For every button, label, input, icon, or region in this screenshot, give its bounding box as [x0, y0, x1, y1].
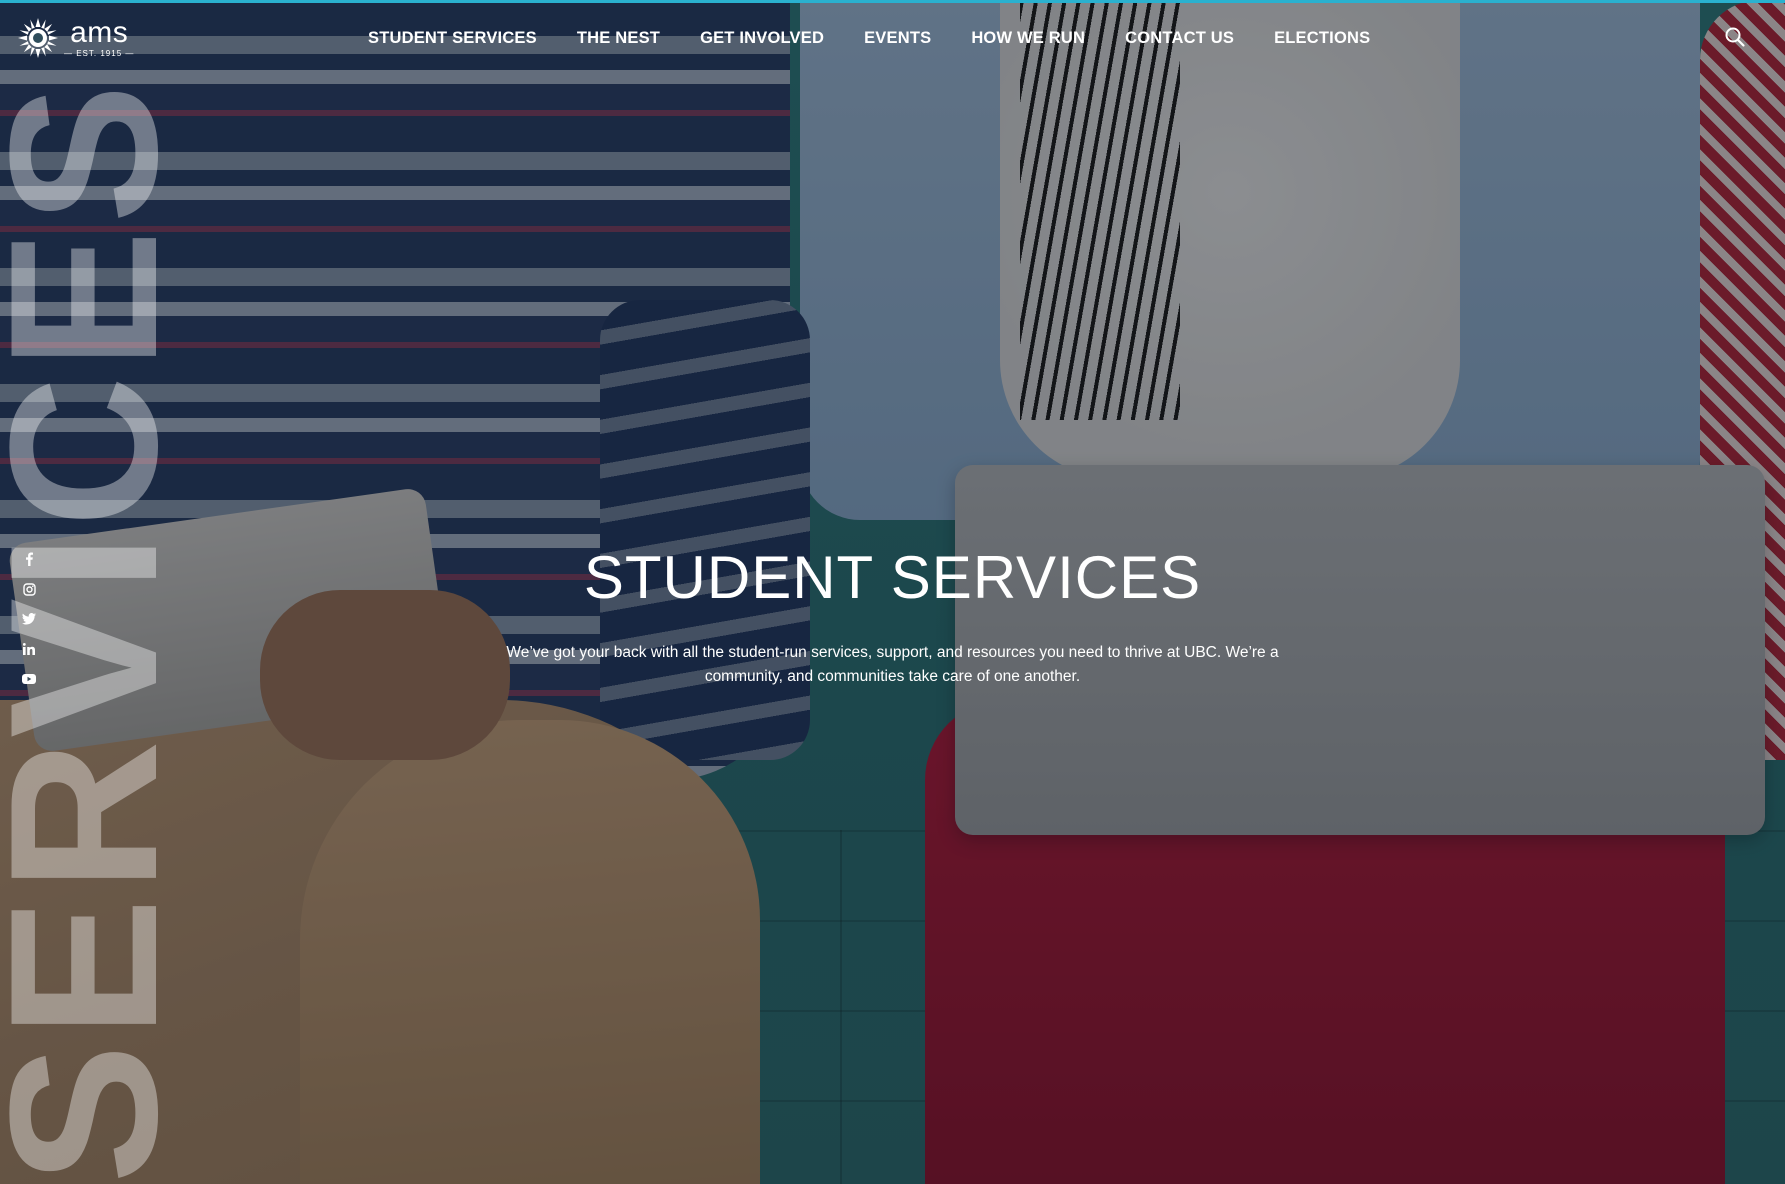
top-accent-line: [0, 0, 1785, 3]
nav-elections[interactable]: ELECTIONS: [1274, 28, 1370, 48]
youtube-icon[interactable]: [20, 670, 38, 688]
nav-contact-us[interactable]: CONTACT US: [1125, 28, 1234, 48]
ams-logo[interactable]: ams — EST. 1915 —: [18, 14, 134, 62]
nav-get-involved[interactable]: GET INVOLVED: [700, 28, 824, 48]
nav-the-nest[interactable]: THE NEST: [577, 28, 660, 48]
logo-name: ams: [70, 15, 129, 49]
nav-events[interactable]: EVENTS: [864, 28, 931, 48]
logo-established: — EST. 1915 —: [64, 48, 135, 58]
nav-how-we-run[interactable]: HOW WE RUN: [971, 28, 1085, 48]
page-description: We’ve got your back with all the student…: [506, 644, 1279, 685]
main-nav: STUDENT SERVICES THE NEST GET INVOLVED E…: [368, 28, 1410, 48]
linkedin-icon[interactable]: [20, 640, 38, 658]
page-title: STUDENT SERVICES: [583, 544, 1202, 611]
twitter-icon[interactable]: [20, 610, 38, 628]
sun-logo-icon: [18, 18, 58, 58]
search-icon[interactable]: [1724, 26, 1746, 48]
nav-student-services[interactable]: STUDENT SERVICES: [368, 28, 537, 48]
